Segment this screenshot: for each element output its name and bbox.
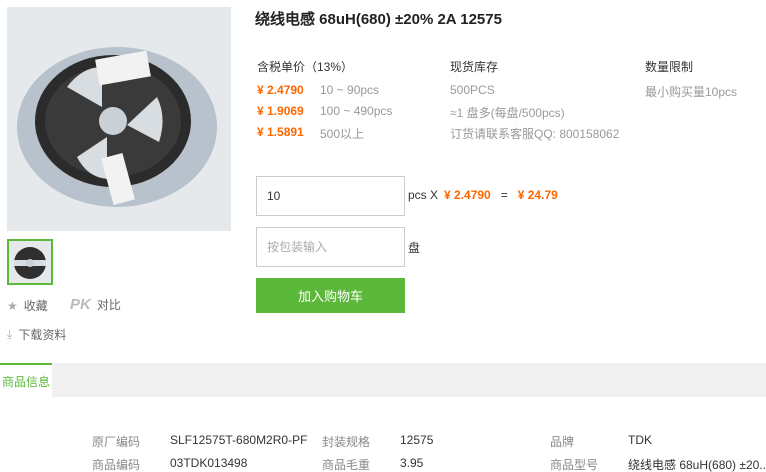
pk-logo: PK [70, 296, 91, 313]
info-label: 商品编码 [92, 458, 141, 472]
info-value: SLF12575T-680M2R0-PF [170, 433, 308, 447]
info-label: 原厂编码 [92, 435, 141, 449]
pack-quantity-input[interactable] [256, 227, 405, 267]
calc-total: ¥ 24.79 [517, 188, 558, 202]
product-title: 绕线电感 68uH(680) ±20% 2A 12575 [255, 11, 502, 28]
tier-price: ¥ 1.9069 [257, 104, 304, 118]
tab-product-info[interactable]: 商品信息 [0, 363, 52, 397]
product-main-image[interactable] [7, 7, 231, 231]
pack-unit: 盘 [408, 241, 421, 255]
tier-price: ¥ 1.5891 [257, 125, 304, 139]
compare-label: 对比 [96, 298, 121, 312]
calc-unit-price: ¥ 2.4790 [444, 188, 491, 202]
info-value: 3.95 [400, 456, 424, 470]
info-value: 12575 [400, 433, 434, 447]
info-label: 商品毛重 [322, 458, 371, 472]
info-value: 绕线电感 68uH(680) ±20... [628, 458, 766, 472]
info-label: 品牌 [550, 435, 575, 449]
qty-unit: pcs X [408, 188, 439, 202]
price-tier: ¥ 2.4790 10 ~ 90pcs [257, 83, 379, 97]
tier-price: ¥ 2.4790 [257, 83, 304, 97]
compare-action[interactable]: PK 对比 [70, 296, 121, 313]
info-label: 封装规格 [322, 435, 371, 449]
info-label: 商品型号 [550, 458, 599, 472]
add-to-cart-button[interactable]: 加入购物车 [256, 278, 405, 313]
stock-contact: 订货请联系客服QQ: 800158062 [450, 127, 620, 141]
inductor-reel-thumb-image [9, 241, 51, 283]
min-purchase: 最小购买量10pcs [645, 85, 738, 99]
price-calculation: pcs X ¥ 2.4790 = ¥ 24.79 [408, 188, 558, 202]
download-label: 下载资料 [18, 328, 67, 342]
download-action[interactable]: ⤓ 下载资料 [7, 326, 66, 343]
tier-range: 10 ~ 90pcs [320, 83, 380, 97]
info-value: 03TDK013498 [170, 456, 248, 470]
tier-range: 500以上 [320, 127, 365, 141]
stock-quantity: 500PCS [450, 83, 495, 97]
favorite-label: 收藏 [23, 299, 48, 313]
info-value: TDK [628, 433, 652, 447]
detail-tabs: 商品信息 [0, 363, 766, 397]
stock-reel-info: ≈1 盘多(每盘/500pcs) [450, 106, 565, 120]
tier-range: 100 ~ 490pcs [320, 104, 393, 118]
stock-header: 现货库存 [450, 60, 499, 74]
price-tier: ¥ 1.5891 500以上 [257, 125, 364, 142]
product-thumbnail[interactable] [7, 239, 53, 285]
equals-sign: = [500, 188, 508, 202]
limit-header: 数量限制 [645, 60, 694, 74]
price-header: 含税单价（13%） [257, 60, 354, 74]
price-tier: ¥ 1.9069 100 ~ 490pcs [257, 104, 392, 118]
quantity-input[interactable] [256, 176, 405, 216]
download-icon: ⤓ [7, 327, 13, 341]
favorite-action[interactable]: ★ 收藏 [7, 297, 48, 314]
inductor-reel-image [7, 7, 231, 231]
star-icon: ★ [7, 298, 18, 313]
